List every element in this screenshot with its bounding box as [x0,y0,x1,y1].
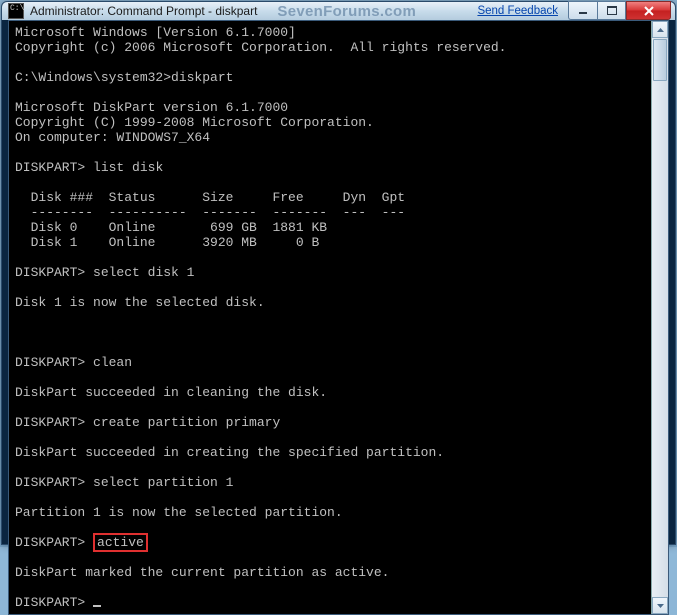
msg-clean-succeeded: DiskPart succeeded in cleaning the disk. [15,385,327,400]
cmd-prompt: C:\Windows\system32> [15,70,171,85]
diskpart-prompt: DISKPART> [15,595,85,610]
titlebar[interactable]: Administrator: Command Prompt - diskpart… [2,2,675,20]
diskpart-computer: On computer: WINDOWS7_X64 [15,130,210,145]
cmd-create-partition: create partition primary [93,415,280,430]
send-feedback-link[interactable]: Send Feedback [477,5,558,17]
disk-row-1: Disk 1 Online 3920 MB 0 B [15,235,319,250]
cmd-list-disk: list disk [93,160,163,175]
text-cursor [93,605,101,607]
cmd-icon [8,3,24,19]
console-output[interactable]: Microsoft Windows [Version 6.1.7000] Cop… [9,21,651,614]
msg-partition-created: DiskPart succeeded in creating the speci… [15,445,444,460]
disk-table-header: Disk ### Status Size Free Dyn Gpt [15,190,405,205]
window-title: Administrator: Command Prompt - diskpart [30,4,257,18]
diskpart-prompt: DISKPART> [15,415,85,430]
scroll-up-button[interactable] [652,21,668,38]
cmd-select-partition: select partition 1 [93,475,233,490]
disk-table-separator: -------- ---------- ------- ------- --- … [15,205,405,220]
msg-partition-selected: Partition 1 is now the selected partitio… [15,505,343,520]
client-area: Microsoft Windows [Version 6.1.7000] Cop… [8,20,669,615]
cmd-active-highlighted: active [93,533,148,552]
msg-disk-selected: Disk 1 is now the selected disk. [15,295,265,310]
disk-row-0: Disk 0 Online 699 GB 1881 KB [15,220,327,235]
os-copyright-line: Copyright (c) 2006 Microsoft Corporation… [15,40,506,55]
diskpart-prompt: DISKPART> [15,535,85,550]
chevron-down-icon [657,604,664,608]
window-controls [568,2,671,20]
diskpart-prompt: DISKPART> [15,265,85,280]
os-version-line: Microsoft Windows [Version 6.1.7000] [15,25,296,40]
cmd-diskpart: diskpart [171,70,233,85]
cmd-clean: clean [93,355,132,370]
diskpart-copyright: Copyright (C) 1999-2008 Microsoft Corpor… [15,115,374,130]
close-button[interactable] [626,1,671,20]
cmd-select-disk: select disk 1 [93,265,194,280]
vertical-scrollbar[interactable] [651,21,668,614]
command-prompt-window: Administrator: Command Prompt - diskpart… [1,1,676,545]
msg-partition-active: DiskPart marked the current partition as… [15,565,389,580]
scroll-thumb[interactable] [653,39,667,81]
scroll-down-button[interactable] [652,597,668,614]
watermark-text: SevenForums.com [277,3,416,20]
diskpart-prompt: DISKPART> [15,475,85,490]
diskpart-prompt: DISKPART> [15,160,85,175]
diskpart-prompt: DISKPART> [15,355,85,370]
maximize-button[interactable] [597,1,626,20]
chevron-up-icon [657,28,664,32]
minimize-button[interactable] [568,1,597,20]
diskpart-version: Microsoft DiskPart version 6.1.7000 [15,100,288,115]
